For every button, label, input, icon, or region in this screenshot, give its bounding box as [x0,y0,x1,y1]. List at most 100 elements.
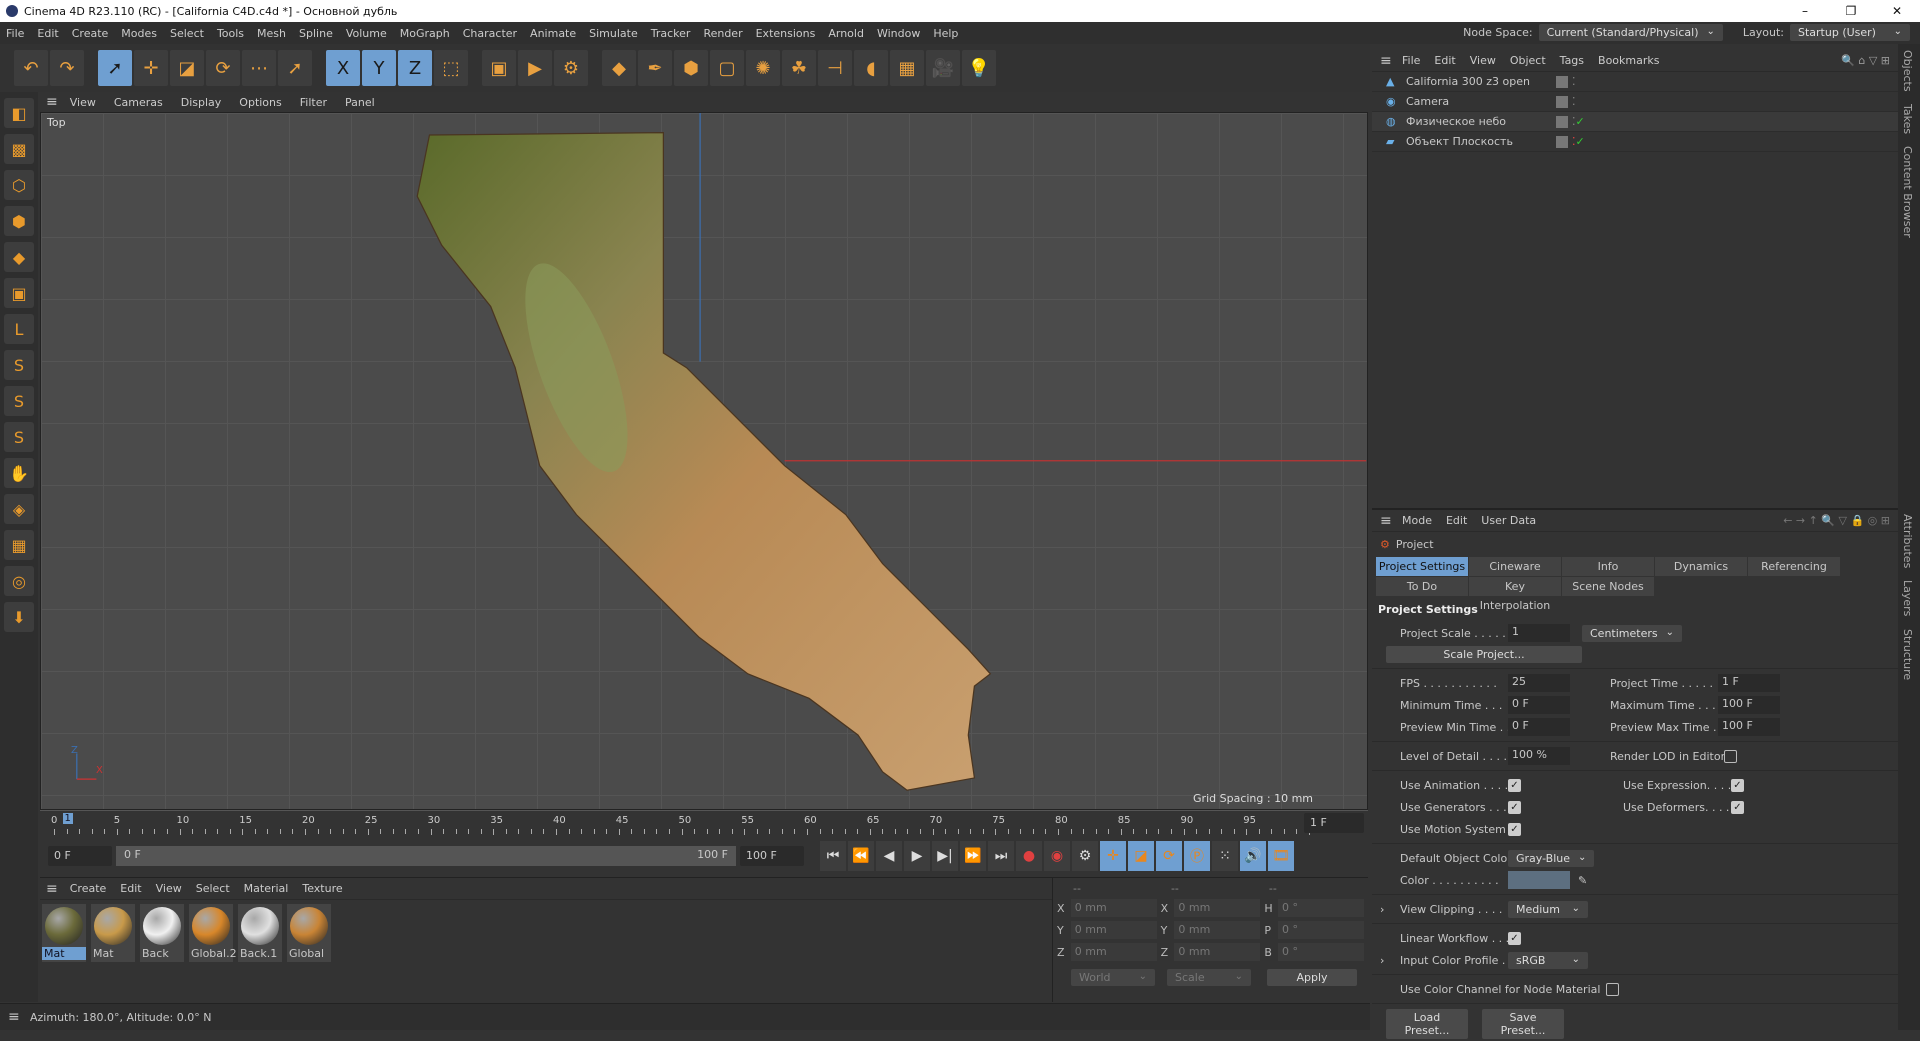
cube-icon[interactable]: ◆ [602,50,636,86]
locked-workplane-icon[interactable]: ◎ [4,566,34,596]
attribute-menu-mode[interactable]: Mode [1402,514,1432,527]
render-lod-checkbox[interactable] [1724,749,1737,763]
next-frame-icon[interactable]: ▶| [932,841,958,871]
node-space-dropdown[interactable]: Current (Standard/Physical) [1538,24,1723,41]
enabled-check-icon[interactable]: ✓ [1576,115,1585,128]
viewport-menu-options[interactable]: Options [239,96,281,109]
next-key-icon[interactable]: ⏩ [960,841,986,871]
edges-mode-icon[interactable]: ⬢ [4,206,34,236]
menu-render[interactable]: Render [703,27,742,40]
cloner-icon[interactable]: ☘ [782,50,816,86]
color-swatch[interactable] [1508,871,1570,889]
film-icon[interactable]: 🎞 [1268,841,1294,871]
material-menu-select[interactable]: Select [196,882,230,895]
object-menu-icon[interactable]: ≡ [1380,53,1392,69]
material-swatch[interactable]: Mat [91,904,135,962]
material-swatch[interactable]: Global [287,904,331,962]
menu-modes[interactable]: Modes [121,27,157,40]
key-pla-icon[interactable]: ⁙ [1212,841,1238,871]
record-icon[interactable]: ● [1016,841,1042,871]
side-tab-layers[interactable]: Layers [1898,574,1917,622]
max-time-field[interactable]: 100 F [1718,696,1780,714]
object-row[interactable]: ▲ California 300 z3 open ⁚ [1372,72,1898,92]
menu-volume[interactable]: Volume [346,27,387,40]
array-icon[interactable]: ✺ [746,50,780,86]
select-icon[interactable]: ➚ [98,50,132,86]
key-position-icon[interactable]: ✛ [1100,841,1126,871]
render-picture-viewer-icon[interactable]: ▶ [518,50,552,86]
deformer-icon[interactable]: ⊣ [818,50,852,86]
snap-settings-icon[interactable]: S [4,386,34,416]
scale-project-button[interactable]: Scale Project... [1386,646,1582,663]
expand-arrow-icon[interactable]: › [1380,954,1384,967]
tab-key-interpolation[interactable]: Key Interpolation [1469,577,1561,612]
eyedropper-icon[interactable]: ✎ [1578,874,1587,887]
floor-icon[interactable]: ▦ [890,50,924,86]
coordinate-field[interactable]: 0 ° [1278,899,1364,917]
linear-workflow-checkbox[interactable]: ✓ [1508,931,1521,945]
load-preset-button[interactable]: Load Preset... [1386,1009,1468,1039]
viewport-menu-view[interactable]: View [70,96,96,109]
side-tab-attributes[interactable]: Attributes [1898,508,1917,574]
tab-dynamics[interactable]: Dynamics [1655,557,1747,576]
tab-scene-nodes[interactable]: Scene Nodes [1562,577,1654,596]
floor-grid-icon[interactable]: ◈ [4,494,34,524]
menu-select[interactable]: Select [170,27,204,40]
timeline-ruler[interactable]: 0510152025303540455055606570758085909510… [40,810,1368,836]
preview-range-slider[interactable]: 0 F 100 F [116,846,736,866]
attribute-menu-icon[interactable]: ≡ [1380,513,1392,529]
object-name[interactable]: Объект Плоскость [1406,135,1556,148]
coordinate-mode-dropdown[interactable]: World [1071,969,1155,986]
subdivision-icon[interactable]: ⬢ [674,50,708,86]
coordinate-field[interactable]: 0 ° [1278,921,1364,939]
units-dropdown[interactable]: Centimeters [1582,624,1682,642]
object-menu-file[interactable]: File [1402,54,1420,67]
magnet-icon[interactable]: ✋ [4,458,34,488]
menu-tools[interactable]: Tools [217,27,244,40]
viewport-menu-cameras[interactable]: Cameras [114,96,163,109]
view-clipping-dropdown[interactable]: Medium [1508,900,1588,918]
object-search-filter-icons[interactable]: 🔍 ⌂ ▽ ⊞ [1841,54,1890,67]
viewport-menu-display[interactable]: Display [181,96,222,109]
layout-dropdown[interactable]: Startup (User) [1790,24,1910,41]
axis-icon[interactable]: L [4,314,34,344]
default-color-dropdown[interactable]: Gray-Blue [1508,849,1595,867]
coordinate-field[interactable]: 0 mm [1174,943,1261,961]
snap-icon[interactable]: S [4,350,34,380]
project-time-field[interactable]: 1 F [1718,674,1780,692]
x-axis-icon[interactable]: X [326,50,360,86]
polygons-mode-icon[interactable]: ◆ [4,242,34,272]
z-axis-icon[interactable]: Z [398,50,432,86]
coordinate-field[interactable]: 0 mm [1174,921,1261,939]
key-scale-icon[interactable]: ◪ [1128,841,1154,871]
material-swatch[interactable]: Back [140,904,184,962]
material-menu-texture[interactable]: Texture [302,882,342,895]
enabled-check-icon[interactable]: ✓ [1576,135,1585,148]
menu-tracker[interactable]: Tracker [651,27,691,40]
object-row[interactable]: ▰ Объект Плоскость ⁚ ✓ [1372,132,1898,152]
fps-field[interactable]: 25 [1508,674,1570,692]
tab-project-settings[interactable]: Project Settings [1376,557,1468,576]
y-axis-icon[interactable]: Y [362,50,396,86]
menu-extensions[interactable]: Extensions [756,27,816,40]
save-preset-button[interactable]: Save Preset... [1482,1009,1564,1039]
object-menu-bookmarks[interactable]: Bookmarks [1598,54,1659,67]
tab-info[interactable]: Info [1562,557,1654,576]
cube-mode-icon[interactable]: ◧ [4,98,34,128]
tab-to-do[interactable]: To Do [1376,577,1468,596]
scale-icon[interactable]: ◪ [170,50,204,86]
side-tab-content-browser[interactable]: Content Browser [1898,140,1917,244]
live-select-icon[interactable]: ➚ [278,50,312,86]
min-time-field[interactable]: 0 F [1508,696,1570,714]
start-frame-field[interactable]: 0 F [48,846,112,866]
previous-key-icon[interactable]: ⏪ [848,841,874,871]
menu-window[interactable]: Window [877,27,920,40]
material-menu-material[interactable]: Material [244,882,289,895]
attribute-menu-edit[interactable]: Edit [1446,514,1467,527]
material-menu-view[interactable]: View [156,882,182,895]
material-menu-edit[interactable]: Edit [120,882,141,895]
coordinate-field[interactable]: 0 mm [1174,899,1261,917]
material-menu-icon[interactable]: ≡ [46,881,58,897]
coordinate-system-icon[interactable]: ⬚ [434,50,468,86]
viewport-top[interactable]: Top Z X Grid Spacing : 10 mm [40,112,1368,810]
